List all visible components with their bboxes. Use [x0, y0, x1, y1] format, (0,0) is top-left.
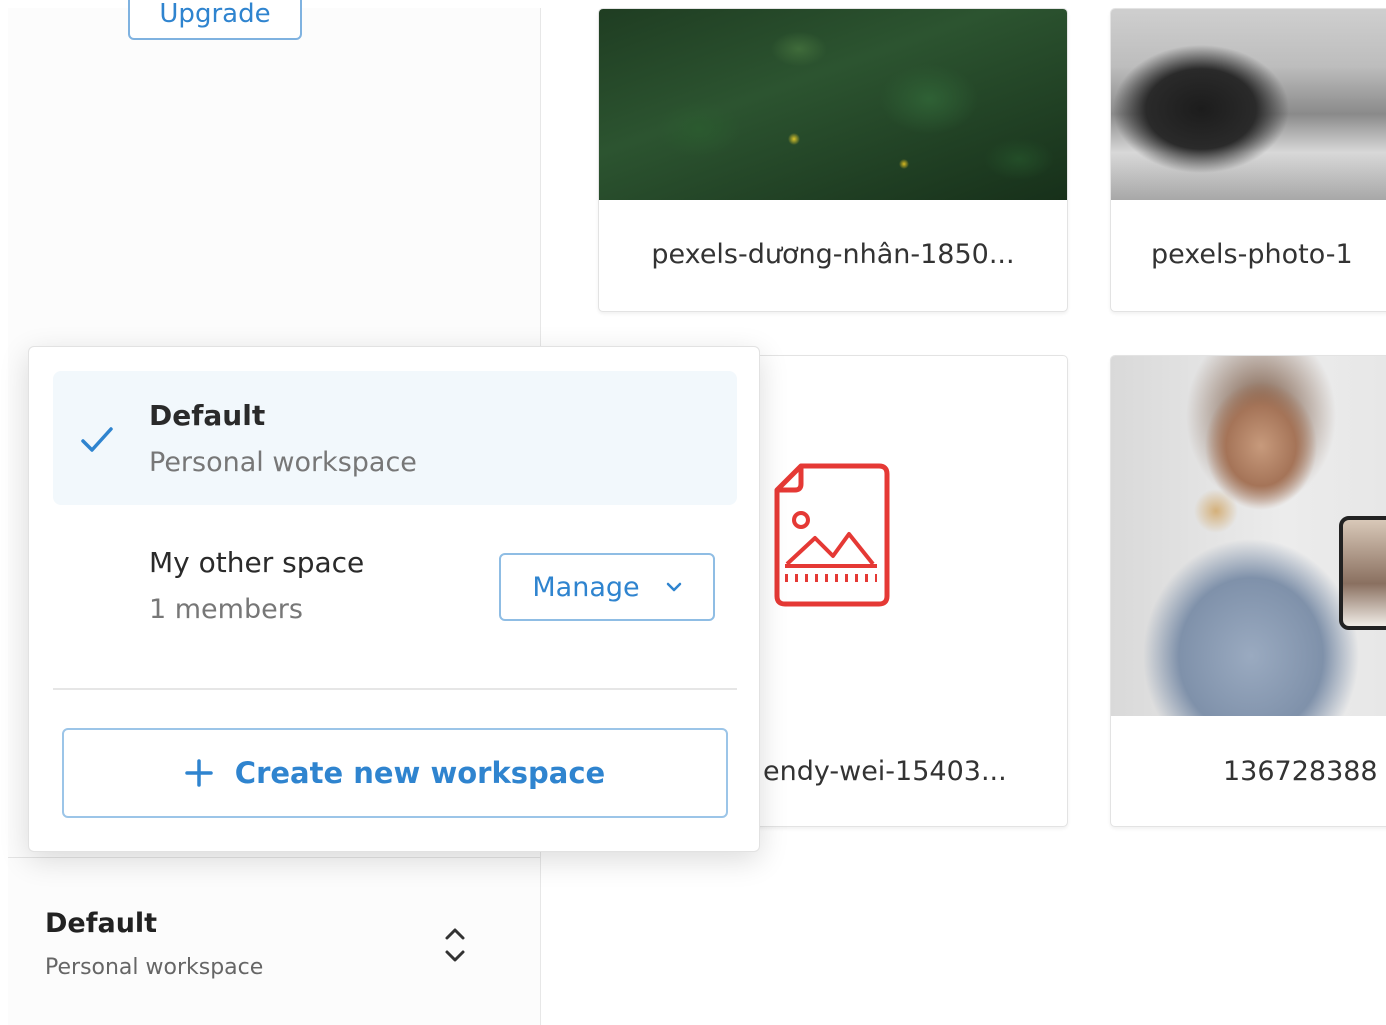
image-file-icon	[774, 463, 890, 607]
workspace-name: Default	[149, 399, 266, 432]
manage-label: Manage	[532, 571, 640, 603]
file-thumbnail	[599, 9, 1067, 200]
plus-icon	[185, 759, 213, 787]
workspace-option-my-other-space[interactable]: My other space 1 members Manage	[53, 518, 737, 652]
chevron-up-down-icon	[445, 928, 465, 962]
file-name: 136728388	[1223, 756, 1378, 787]
check-icon	[81, 427, 113, 452]
workspace-subtitle: 1 members	[149, 594, 303, 625]
file-card[interactable]: pexels-photo-1	[1110, 8, 1386, 312]
menu-divider	[53, 688, 737, 690]
file-name: pexels-photo-1	[1151, 239, 1353, 270]
current-workspace-name: Default	[45, 908, 158, 939]
phone-image	[1339, 516, 1386, 630]
create-workspace-button[interactable]: Create new workspace	[62, 728, 728, 818]
workspace-subtitle: Personal workspace	[149, 447, 417, 478]
upgrade-button[interactable]: Upgrade	[128, 0, 302, 40]
workspace-name: My other space	[149, 546, 365, 579]
file-card[interactable]: 136728388	[1110, 355, 1386, 827]
workspace-option-default[interactable]: Default Personal workspace	[53, 371, 737, 505]
workspace-menu: Default Personal workspace My other spac…	[28, 346, 760, 852]
current-workspace-subtitle: Personal workspace	[45, 955, 264, 980]
chevron-down-icon	[666, 582, 681, 592]
file-card[interactable]: pexels-dương-nhân-1850...	[598, 8, 1068, 312]
workspace-switcher[interactable]: Default Personal workspace	[8, 857, 540, 1025]
file-thumbnail	[1111, 9, 1386, 200]
page: Upgrade Default Personal workspace pexel…	[0, 0, 1386, 1025]
file-name: endy-wei-15403...	[763, 756, 1007, 787]
create-workspace-label: Create new workspace	[234, 756, 606, 790]
file-name: pexels-dương-nhân-1850...	[651, 239, 1015, 270]
manage-button[interactable]: Manage	[499, 553, 715, 621]
file-thumbnail	[1111, 356, 1386, 716]
